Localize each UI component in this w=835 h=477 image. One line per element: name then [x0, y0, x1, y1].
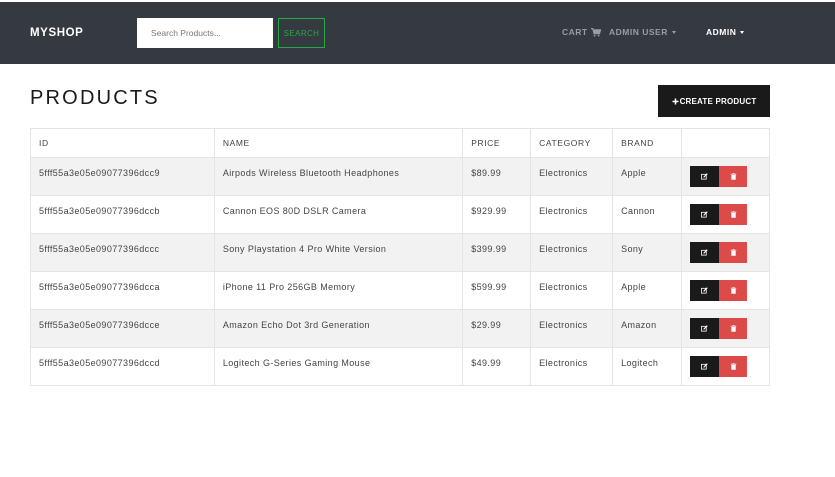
delete-button[interactable] [719, 356, 747, 377]
cell-id: 5fff55a3e05e09077396dcc9 [30, 157, 215, 196]
delete-button[interactable] [719, 280, 747, 301]
edit-icon [701, 211, 708, 218]
cell-category: Electronics [530, 271, 614, 310]
edit-button[interactable] [690, 242, 719, 263]
cell-brand: Apple [612, 157, 682, 196]
trash-icon [730, 211, 736, 218]
table-row: 5fff55a3e05e09077396dcca iPhone 11 Pro 2… [30, 271, 770, 310]
cell-brand: Apple [612, 271, 682, 310]
cell-name: iPhone 11 Pro 256GB Memory [213, 271, 464, 310]
row-actions [690, 280, 761, 301]
cell-category: Electronics [530, 309, 614, 348]
cell-id: 5fff55a3e05e09077396dccd [30, 347, 215, 386]
row-actions [690, 166, 761, 187]
cell-name: Sony Playstation 4 Pro White Version [213, 233, 464, 272]
row-actions [690, 318, 761, 339]
admin-menu-dropdown[interactable]: ADMIN [706, 27, 745, 37]
cell-name: Cannon EOS 80D DSLR Camera [213, 195, 464, 234]
row-actions [690, 356, 761, 377]
products-table: ID NAME PRICE CATEGORY BRAND 5fff55a3e05… [30, 128, 770, 386]
cell-actions [681, 309, 770, 348]
column-header-price: PRICE [462, 128, 532, 158]
admin-menu-label: ADMIN [706, 27, 737, 37]
cell-price: $929.99 [462, 195, 532, 234]
cell-price: $29.99 [462, 309, 532, 348]
cell-id: 5fff55a3e05e09077396dcce [30, 309, 215, 348]
cell-brand: Amazon [612, 309, 682, 348]
create-product-label: CREATE PRODUCT [679, 96, 757, 106]
column-header-category: CATEGORY [530, 128, 614, 158]
shopping-cart-icon [590, 27, 601, 36]
cart-label: CART [562, 27, 588, 37]
trash-icon [730, 249, 736, 256]
cell-name: Airpods Wireless Bluetooth Headphones [213, 157, 464, 196]
cell-actions [681, 157, 770, 196]
edit-icon [701, 173, 708, 180]
cell-price: $399.99 [462, 233, 532, 272]
create-product-button[interactable]: CREATE PRODUCT [658, 85, 770, 117]
user-menu-label: ADMIN USER [609, 27, 668, 37]
edit-button[interactable] [690, 318, 719, 339]
cell-category: Electronics [530, 157, 614, 196]
trash-icon [730, 173, 736, 180]
brand-logo[interactable]: MYSHOP [30, 27, 83, 39]
column-header-name: NAME [213, 128, 464, 158]
cart-link[interactable]: CART [562, 27, 601, 37]
delete-button[interactable] [719, 242, 747, 263]
edit-icon [701, 249, 708, 256]
edit-button[interactable] [690, 204, 719, 225]
table-row: 5fff55a3e05e09077396dcc9 Airpods Wireles… [30, 157, 770, 196]
cell-actions [681, 271, 770, 310]
cell-actions [681, 347, 770, 386]
cell-actions [681, 233, 770, 272]
caret-down-icon [671, 30, 676, 34]
search-button[interactable]: SEARCH [278, 18, 325, 48]
search-input[interactable] [137, 18, 273, 48]
table-row: 5fff55a3e05e09077396dccc Sony Playstatio… [30, 233, 770, 272]
table-row: 5fff55a3e05e09077396dccd Logitech G-Seri… [30, 347, 770, 386]
table-row: 5fff55a3e05e09077396dccb Cannon EOS 80D … [30, 195, 770, 234]
edit-icon [701, 363, 708, 370]
cell-id: 5fff55a3e05e09077396dcca [30, 271, 215, 310]
navbar: MYSHOP SEARCH CART ADMIN USER ADMIN [0, 2, 835, 64]
caret-down-icon [740, 30, 745, 34]
edit-icon [701, 287, 708, 294]
cell-category: Electronics [530, 347, 614, 386]
column-header-actions [681, 128, 770, 158]
cell-category: Electronics [530, 195, 614, 234]
cell-category: Electronics [530, 233, 614, 272]
delete-button[interactable] [719, 204, 747, 225]
table-header-row: ID NAME PRICE CATEGORY BRAND [30, 128, 770, 158]
delete-button[interactable] [719, 166, 747, 187]
cell-price: $89.99 [462, 157, 532, 196]
delete-button[interactable] [719, 318, 747, 339]
cell-id: 5fff55a3e05e09077396dccb [30, 195, 215, 234]
cell-brand: Logitech [612, 347, 682, 386]
column-header-brand: BRAND [612, 128, 682, 158]
cell-brand: Cannon [612, 195, 682, 234]
cell-name: Amazon Echo Dot 3rd Generation [213, 309, 464, 348]
trash-icon [730, 287, 736, 294]
edit-icon [701, 325, 708, 332]
edit-button[interactable] [690, 166, 719, 187]
cell-name: Logitech G-Series Gaming Mouse [213, 347, 464, 386]
cell-id: 5fff55a3e05e09077396dccc [30, 233, 215, 272]
cell-price: $49.99 [462, 347, 532, 386]
plus-icon [672, 98, 679, 104]
trash-icon [730, 363, 736, 370]
trash-icon [730, 325, 736, 332]
column-header-id: ID [30, 128, 215, 158]
edit-button[interactable] [690, 356, 719, 377]
user-menu-dropdown[interactable]: ADMIN USER [609, 27, 676, 37]
table-row: 5fff55a3e05e09077396dcce Amazon Echo Dot… [30, 309, 770, 348]
edit-button[interactable] [690, 280, 719, 301]
row-actions [690, 204, 761, 225]
cell-price: $599.99 [462, 271, 532, 310]
cell-brand: Sony [612, 233, 682, 272]
page-title: PRODUCTS [30, 87, 160, 109]
cell-actions [681, 195, 770, 234]
row-actions [690, 242, 761, 263]
